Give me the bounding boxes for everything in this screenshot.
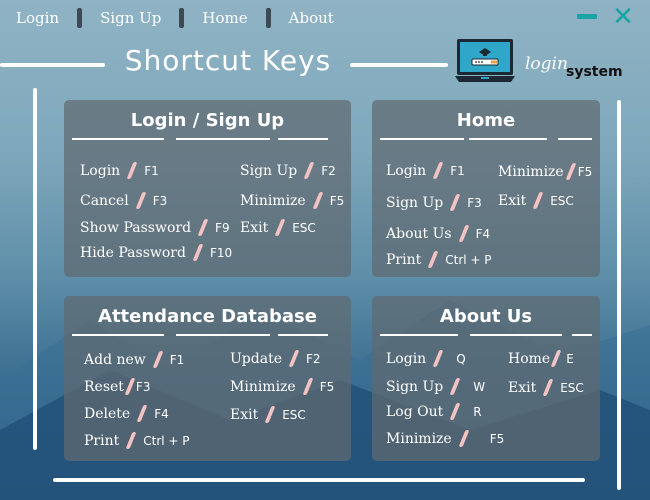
frame-line-bottom [53, 478, 585, 482]
slash-divider [264, 406, 276, 423]
title-underline [72, 334, 164, 336]
nav-login-link[interactable]: Login [16, 9, 59, 27]
frame-line-right [617, 100, 621, 490]
title-underline [469, 138, 547, 140]
shortcut-item: Home E [508, 350, 574, 367]
title-underline [176, 334, 270, 336]
login-signup-panel: Login / Sign Up Login F1 Sign Up F2 Cancel… [64, 100, 351, 277]
laptop-logo-icon [455, 39, 515, 82]
slash-divider [126, 162, 138, 179]
title-underline [470, 334, 562, 336]
title-underline [572, 334, 592, 336]
shortcut-item: Login Q [386, 350, 466, 367]
title-underline [380, 138, 464, 140]
slash-divider [288, 350, 300, 367]
shortcut-item: Sign Up W [386, 378, 486, 395]
nav-separator [265, 8, 271, 28]
shortcut-item: Exit ESC [230, 406, 306, 423]
shortcut-item: Cancel F3 [80, 192, 168, 209]
shortcut-item: About Us F4 [386, 225, 491, 242]
slash-divider [192, 244, 204, 261]
title-line-left [0, 63, 105, 67]
slash-divider [152, 351, 164, 368]
title-underline [278, 334, 328, 336]
title-line-right [350, 63, 448, 67]
shortcut-item: Exit ESC [498, 192, 574, 209]
home-panel: Home Login F1 Minimize F5 Sign Up F3 Exit ES… [372, 100, 600, 277]
title-underline [380, 334, 458, 336]
slash-divider [542, 379, 554, 396]
slash-divider [135, 192, 147, 209]
close-button[interactable]: ✕ [612, 4, 634, 30]
shortcut-item: Minimize F5 [230, 378, 335, 395]
slash-divider [449, 403, 461, 420]
slash-divider [303, 162, 315, 179]
nav-home-link[interactable]: Home [202, 9, 247, 27]
slash-divider [125, 432, 137, 449]
title-underline [278, 138, 328, 140]
shortcut-item: Minimize F5 [386, 430, 505, 447]
slash-divider [274, 219, 286, 236]
shortcut-item: Print Ctrl + P [84, 432, 190, 449]
slash-divider [432, 162, 444, 179]
slash-divider [550, 350, 562, 367]
shortcut-item: Exit ESC [508, 379, 584, 396]
slash-divider [302, 378, 314, 395]
about-us-panel: About Us Login Q Home E Sign Up W Exit ESC L… [372, 296, 600, 461]
slash-divider [458, 225, 470, 242]
shortcut-item: Hide Password F10 [80, 244, 233, 261]
slash-divider [532, 192, 544, 209]
shortcut-item: Login F1 [386, 162, 465, 179]
nav-about-link[interactable]: About [289, 9, 334, 27]
shortcut-item: Sign Up F3 [386, 194, 482, 211]
slash-divider [458, 430, 470, 447]
panel-title: Login / Sign Up [130, 110, 285, 131]
slash-divider [136, 405, 148, 422]
nav-separator [179, 8, 185, 28]
shortcut-item: Print Ctrl + P [386, 251, 492, 268]
shortcut-item: Add new F1 [84, 351, 185, 368]
slash-divider [427, 251, 439, 268]
shortcut-item: Update F2 [230, 350, 321, 367]
minimize-button[interactable] [577, 14, 597, 19]
attendance-database-panel: Attendance Database Add new F1 Update F2 R… [64, 296, 351, 461]
logo-login-text: login [525, 54, 568, 74]
shortcut-item: Minimize F5 [498, 163, 593, 180]
slash-divider [449, 194, 461, 211]
page-title: Shortcut Keys [124, 44, 332, 77]
panel-title: Home [456, 110, 516, 131]
slash-divider [432, 350, 444, 367]
shortcut-item: Sign Up F2 [240, 162, 336, 179]
shortcut-item: Exit ESC [240, 219, 316, 236]
top-nav: Login Sign Up Home About [0, 6, 334, 30]
shortcut-item: Show Password F9 [80, 219, 230, 236]
shortcut-item: Minimize F5 [240, 192, 345, 209]
slash-divider [124, 378, 136, 395]
title-underline [176, 138, 270, 140]
logo-system-text: system [566, 64, 623, 80]
shortcut-item: Delete F4 [84, 405, 169, 422]
title-underline [558, 138, 592, 140]
shortcut-item: Login F1 [80, 162, 159, 179]
panel-title: Attendance Database [98, 306, 317, 327]
panel-title: About Us [439, 306, 533, 327]
nav-separator [77, 8, 83, 28]
title-underline [72, 138, 164, 140]
slash-divider [197, 219, 209, 236]
slash-divider [312, 192, 324, 209]
shortcut-item: Reset F3 [84, 378, 151, 395]
frame-line-left [33, 88, 37, 450]
shortcut-item: Log Out R [386, 403, 482, 420]
nav-signup-link[interactable]: Sign Up [100, 9, 161, 27]
slash-divider [449, 378, 461, 395]
slash-divider [565, 163, 577, 180]
